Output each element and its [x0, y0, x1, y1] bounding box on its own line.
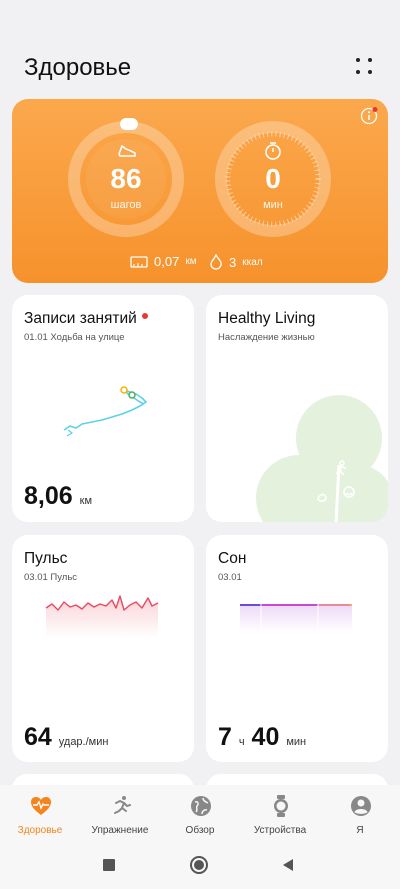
home-button[interactable]: [190, 856, 208, 874]
tab-devices-label: Устройства: [253, 825, 307, 836]
sleep-minutes-unit: мин: [286, 736, 307, 748]
activity-distance-unit: км: [79, 495, 92, 507]
clover-illustration: [256, 395, 388, 522]
tab-overview[interactable]: Обзор: [160, 785, 240, 842]
heart-rate-subtitle: 03.01 Пульс: [24, 572, 78, 583]
healthy-living-card[interactable]: Healthy Living Наслаждение жизнью: [206, 295, 388, 522]
recents-button[interactable]: [103, 859, 115, 871]
activity-distance-value: 8,06: [24, 482, 73, 510]
minutes-value: 0: [265, 163, 281, 194]
heart-rate-card[interactable]: Пульс 03.01 Пульс 64 удар./мин: [12, 535, 194, 762]
flame-icon: [210, 254, 222, 270]
sleep-subtitle: 03.01: [218, 572, 242, 583]
activity-records-title: Записи занятий: [24, 310, 137, 327]
distance-icon: [130, 255, 148, 268]
heart-rate-title: Пульс: [24, 550, 68, 567]
more-options-button[interactable]: [356, 58, 374, 76]
activity-rings-card[interactable]: 86 шагов 0 мин 0,07 км 3 ккал: [12, 99, 388, 283]
sleep-minutes-value: 40: [251, 723, 280, 751]
tab-overview-label: Обзор: [185, 825, 215, 836]
bottom-tab-bar: Здоровье Упражнение Обзор Устройства Я: [0, 785, 400, 842]
tab-health-label: Здоровье: [17, 825, 63, 836]
calories-unit: ккал: [242, 256, 263, 268]
sleep-title: Сон: [218, 550, 247, 567]
steps-value: 86: [110, 163, 142, 194]
sleep-hours-unit: ч: [238, 736, 245, 748]
heart-rate-chart: [45, 595, 159, 638]
heart-rate-unit: удар./мин: [58, 736, 109, 748]
sleep-chart: [240, 604, 352, 632]
minutes-label: мин: [263, 199, 283, 211]
distance-unit: км: [185, 256, 197, 267]
distance-value: 0,07: [154, 254, 180, 269]
tab-exercise[interactable]: Упражнение: [80, 785, 160, 842]
back-button[interactable]: [281, 858, 295, 872]
route-map: [63, 386, 147, 437]
person-icon: [351, 796, 371, 816]
tab-health[interactable]: Здоровье: [0, 785, 80, 842]
steps-label: шагов: [110, 199, 142, 211]
activity-rings: [68, 118, 331, 237]
tab-devices[interactable]: Устройства: [240, 785, 320, 842]
tab-exercise-label: Упражнение: [91, 825, 149, 836]
heart-pulse-icon: [31, 797, 51, 815]
calories-value: 3: [229, 254, 237, 270]
tab-me[interactable]: Я: [320, 785, 400, 842]
running-icon: [114, 796, 131, 814]
info-icon[interactable]: [360, 107, 378, 125]
sleep-card[interactable]: Сон 03.01 7 ч 40 мин: [206, 535, 388, 762]
route-end-marker: [128, 391, 136, 399]
stopwatch-icon: [265, 142, 281, 160]
steps-progress-knob: [120, 118, 138, 130]
system-navigation-bar: [0, 842, 400, 889]
route-start-marker: [120, 386, 128, 394]
heart-rate-value: 64: [24, 723, 52, 751]
watch-icon: [274, 795, 288, 817]
tab-me-label: Я: [356, 825, 364, 836]
sleep-hours-value: 7: [218, 723, 232, 751]
new-record-dot: [141, 313, 148, 319]
globe-icon: [191, 796, 211, 816]
page-title: Здоровье: [24, 54, 132, 81]
activity-records-card[interactable]: Записи занятий 01.01 Ходьба на улице 8,0…: [12, 295, 194, 522]
